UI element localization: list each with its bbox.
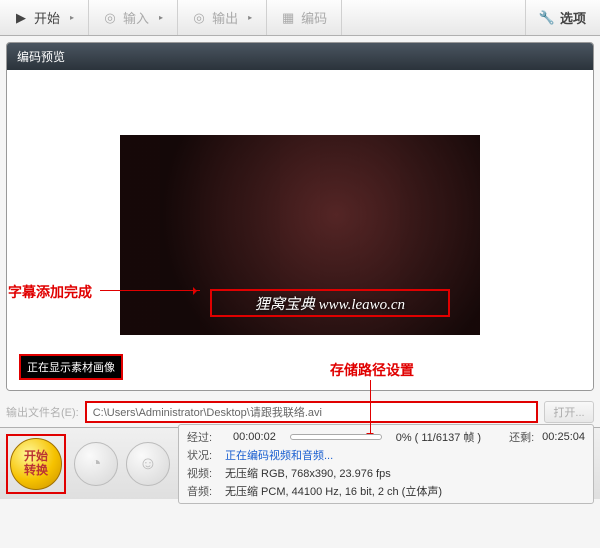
preview-title: 编码预览 bbox=[7, 43, 593, 70]
input-tab-label: 输入 bbox=[123, 8, 149, 27]
video-frame: 狸窝宝典 www.leawo.cn bbox=[120, 135, 480, 335]
pause-button[interactable]: ◔ bbox=[74, 442, 118, 486]
start-convert-button[interactable]: 开始 转换 bbox=[10, 438, 62, 490]
preview-status: 正在显示素材画像 bbox=[19, 354, 123, 380]
bottom-control-bar: 开始 转换 ◔ ☺ 经过: 00:00:02 0% ( 11/6137 帧 ) … bbox=[0, 427, 600, 499]
output-tab-label: 输出 bbox=[212, 8, 238, 27]
remain-value: 00:25:04 bbox=[542, 431, 585, 443]
output-path-row: 输出文件名(E): 打开... bbox=[0, 397, 600, 427]
subtitle-highlight-box: 狸窝宝典 www.leawo.cn bbox=[210, 289, 450, 317]
output-tab[interactable]: ◎ 输出 ▸ bbox=[178, 0, 267, 35]
start-convert-highlight: 开始 转换 bbox=[6, 434, 66, 494]
start-tab[interactable]: ▶ 开始 ▸ bbox=[0, 0, 89, 35]
audio-value: 无压缩 PCM, 44100 Hz, 16 bit, 2 ch (立体声) bbox=[225, 483, 442, 499]
toolbar-spacer bbox=[342, 0, 525, 35]
output-path-input[interactable] bbox=[85, 401, 538, 423]
options-tab[interactable]: 🔧 选项 bbox=[525, 0, 600, 35]
stop-button[interactable]: ☺ bbox=[126, 442, 170, 486]
status-panel: 经过: 00:00:02 0% ( 11/6137 帧 ) 还剩: 00:25:… bbox=[178, 424, 594, 504]
options-tab-label: 选项 bbox=[560, 8, 586, 27]
start-convert-label-2: 转换 bbox=[24, 464, 48, 477]
status-value: 正在编码视频和音频... bbox=[225, 447, 333, 463]
encode-tab[interactable]: ▦ 编码 bbox=[267, 0, 342, 35]
elapsed-label: 经过: bbox=[187, 429, 225, 445]
start-tab-label: 开始 bbox=[34, 8, 60, 27]
chevron-right-icon: ▸ bbox=[248, 13, 252, 22]
person-icon: ☺ bbox=[139, 453, 157, 474]
reel-icon: ◎ bbox=[103, 11, 117, 25]
elapsed-value: 00:00:02 bbox=[233, 431, 276, 443]
clock-icon: ◔ bbox=[91, 453, 102, 474]
chevron-right-icon: ▸ bbox=[159, 13, 163, 22]
remain-label: 还剩: bbox=[509, 429, 534, 445]
video-value: 无压缩 RGB, 768x390, 23.976 fps bbox=[225, 465, 391, 481]
audio-label: 音频: bbox=[187, 483, 225, 499]
progress-bar bbox=[290, 434, 382, 440]
input-tab[interactable]: ◎ 输入 ▸ bbox=[89, 0, 178, 35]
play-icon: ▶ bbox=[14, 11, 28, 25]
subtitle-text: 狸窝宝典 www.leawo.cn bbox=[255, 293, 405, 314]
output-filename-label: 输出文件名(E): bbox=[6, 404, 79, 420]
wrench-icon: 🔧 bbox=[540, 11, 554, 25]
reel-icon: ◎ bbox=[192, 11, 206, 25]
chevron-right-icon: ▸ bbox=[70, 13, 74, 22]
start-convert-label-1: 开始 bbox=[24, 450, 48, 463]
video-label: 视频: bbox=[187, 465, 225, 481]
open-button[interactable]: 打开... bbox=[544, 401, 594, 423]
film-icon: ▦ bbox=[281, 11, 295, 25]
status-label: 状况: bbox=[187, 447, 225, 463]
encode-tab-label: 编码 bbox=[301, 8, 327, 27]
preview-panel: 编码预览 狸窝宝典 www.leawo.cn 正在显示素材画像 bbox=[6, 42, 594, 391]
progress-text: 0% ( 11/6137 帧 ) bbox=[396, 429, 481, 445]
main-toolbar: ▶ 开始 ▸ ◎ 输入 ▸ ◎ 输出 ▸ ▦ 编码 🔧 选项 bbox=[0, 0, 600, 36]
preview-body: 狸窝宝典 www.leawo.cn 正在显示素材画像 bbox=[7, 70, 593, 390]
